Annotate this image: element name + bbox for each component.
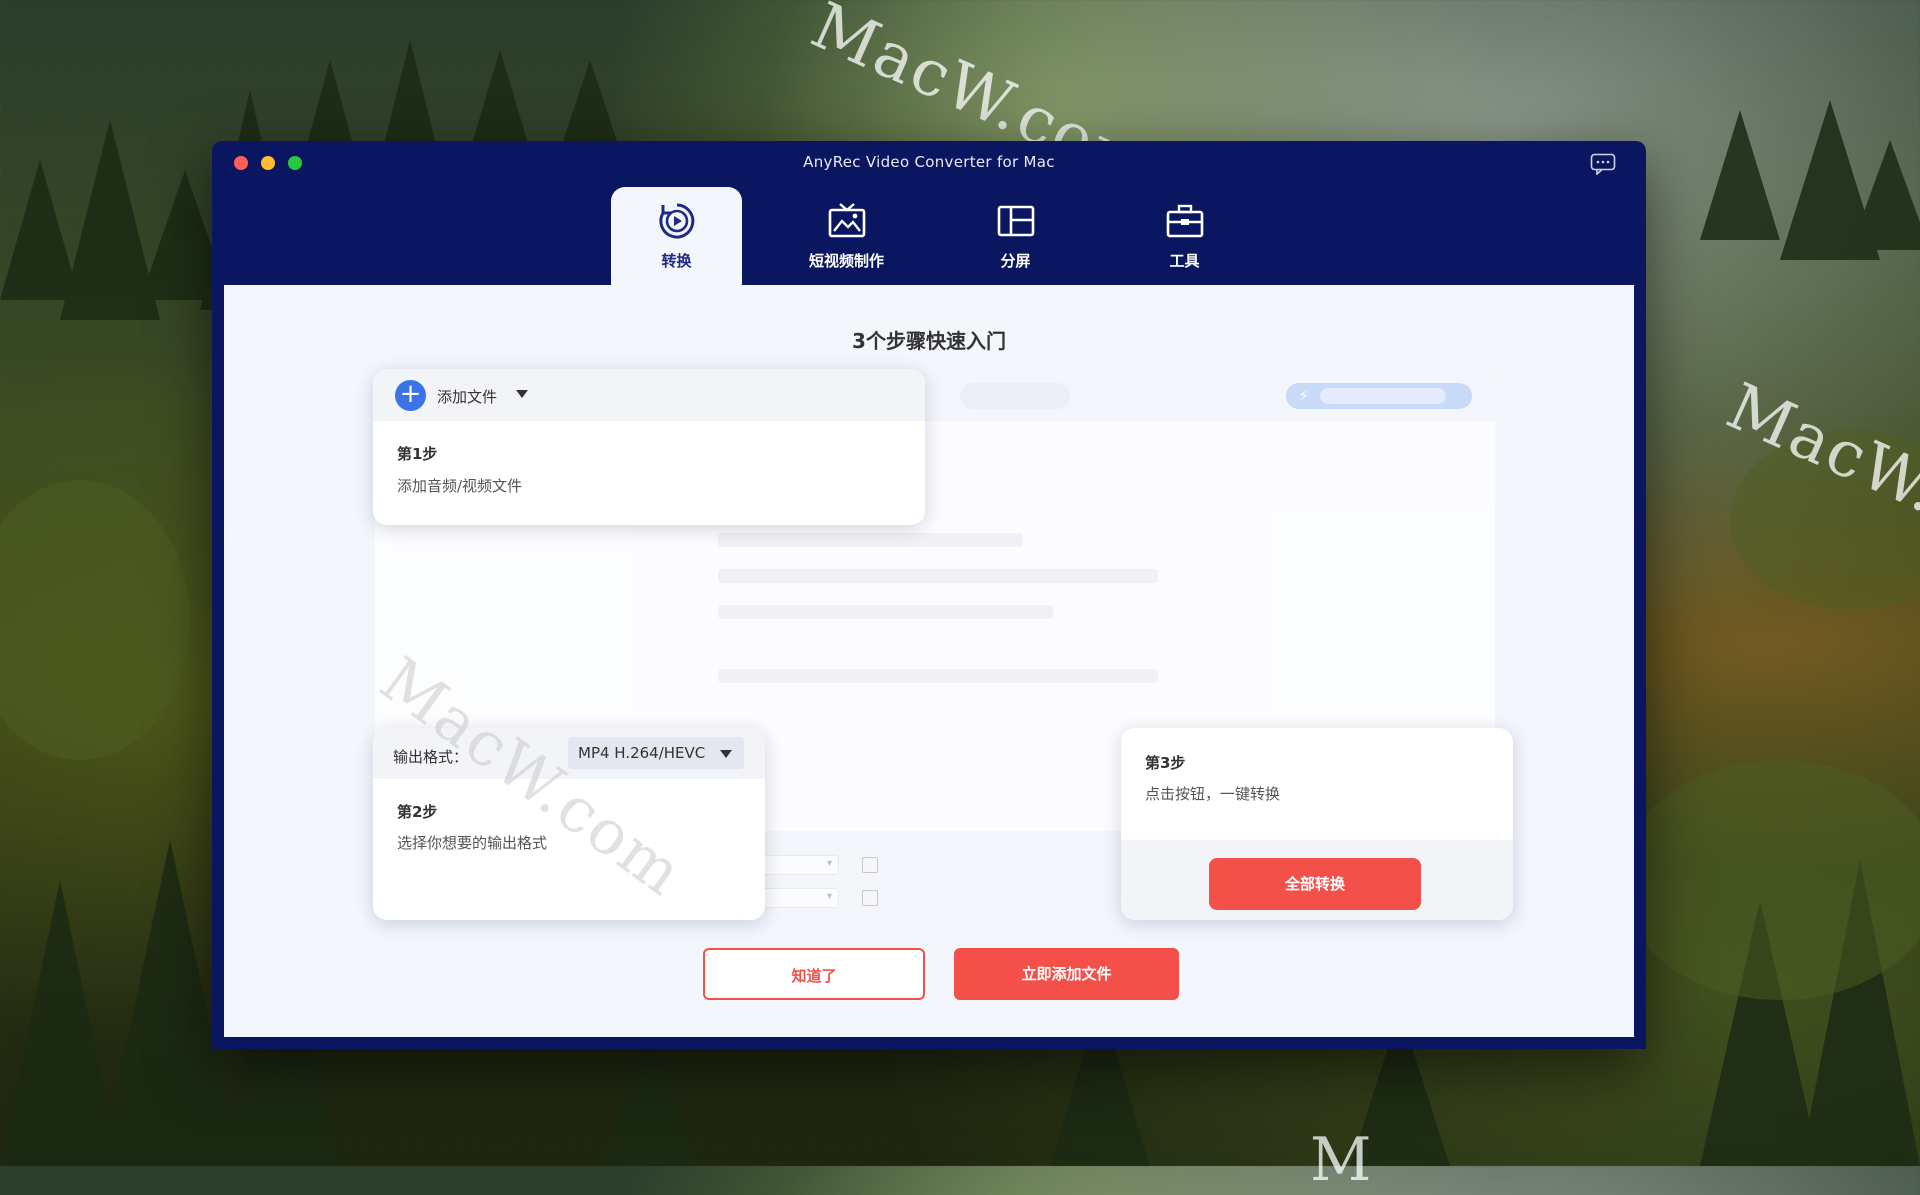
step1-card: + 添加文件 第1步 添加音频/视频文件 [373, 369, 925, 525]
watermark: MacW.c [1716, 369, 1920, 545]
collage-icon [997, 205, 1034, 237]
placeholder-line [718, 533, 1023, 547]
add-file-dropdown-icon[interactable] [516, 390, 528, 398]
placeholder-select: ▾ [755, 888, 839, 908]
chevron-down-icon [720, 750, 732, 758]
placeholder-line [718, 669, 1158, 683]
hardware-acceleration-toggle: ⚡ [1286, 383, 1472, 409]
tab-label: 短视频制作 [808, 252, 884, 270]
step1-title: 第1步 [397, 445, 438, 463]
output-format-value: MP4 H.264/HEVC [578, 744, 706, 762]
toolbox-icon [1166, 204, 1203, 238]
folder-icon [862, 890, 878, 906]
settings-icon [862, 857, 878, 873]
output-format-select[interactable]: MP4 H.264/HEVC [568, 737, 744, 769]
placeholder-bar [1320, 388, 1446, 404]
tab-label: 分屏 [1000, 252, 1031, 270]
guide-title: 3个步骤快速入门 [852, 329, 1006, 353]
step3-card: 第3步 点击按钮，一键转换 全部转换 [1121, 728, 1513, 920]
tab-mv[interactable]: 短视频制作 [781, 187, 912, 285]
step1-desc: 添加音频/视频文件 [397, 477, 523, 495]
mv-icon [828, 203, 865, 238]
convert-icon [658, 203, 694, 239]
tab-toolbox[interactable]: 工具 [1119, 187, 1250, 285]
window-title: AnyRec Video Converter for Mac [803, 153, 1055, 171]
main-tabs: 转换 短视频制作 分屏 工具 [212, 187, 1646, 285]
app-window: AnyRec Video Converter for Mac 转换 短视频制作 … [212, 141, 1646, 1049]
tab-label: 转换 [661, 252, 692, 270]
add-file-bar: + 添加文件 [373, 369, 925, 421]
step3-title: 第3步 [1145, 754, 1186, 772]
add-file-button[interactable]: 添加文件 [437, 386, 497, 407]
placeholder-pill [960, 383, 1070, 409]
feedback-icon[interactable] [1590, 153, 1616, 175]
convert-all-button[interactable]: 全部转换 [1209, 858, 1421, 910]
title-bar: AnyRec Video Converter for Mac [212, 141, 1646, 187]
step2-desc: 选择你想要的输出格式 [397, 834, 548, 852]
watermark: M [1310, 1125, 1374, 1195]
placeholder-line [718, 605, 1053, 619]
add-file-plus-icon[interactable]: + [395, 380, 426, 411]
step3-desc: 点击按钮，一键转换 [1145, 785, 1281, 803]
placeholder-select: ▾ [755, 855, 839, 875]
got-it-button[interactable]: 知道了 [703, 948, 925, 1000]
tab-label: 工具 [1169, 252, 1200, 270]
placeholder-line [718, 569, 1158, 583]
tab-collage[interactable]: 分屏 [950, 187, 1081, 285]
bolt-icon: ⚡ [1298, 386, 1310, 405]
tab-convert[interactable]: 转换 [611, 187, 742, 285]
step2-title: 第2步 [397, 803, 438, 821]
add-files-now-button[interactable]: 立即添加文件 [954, 948, 1179, 1000]
